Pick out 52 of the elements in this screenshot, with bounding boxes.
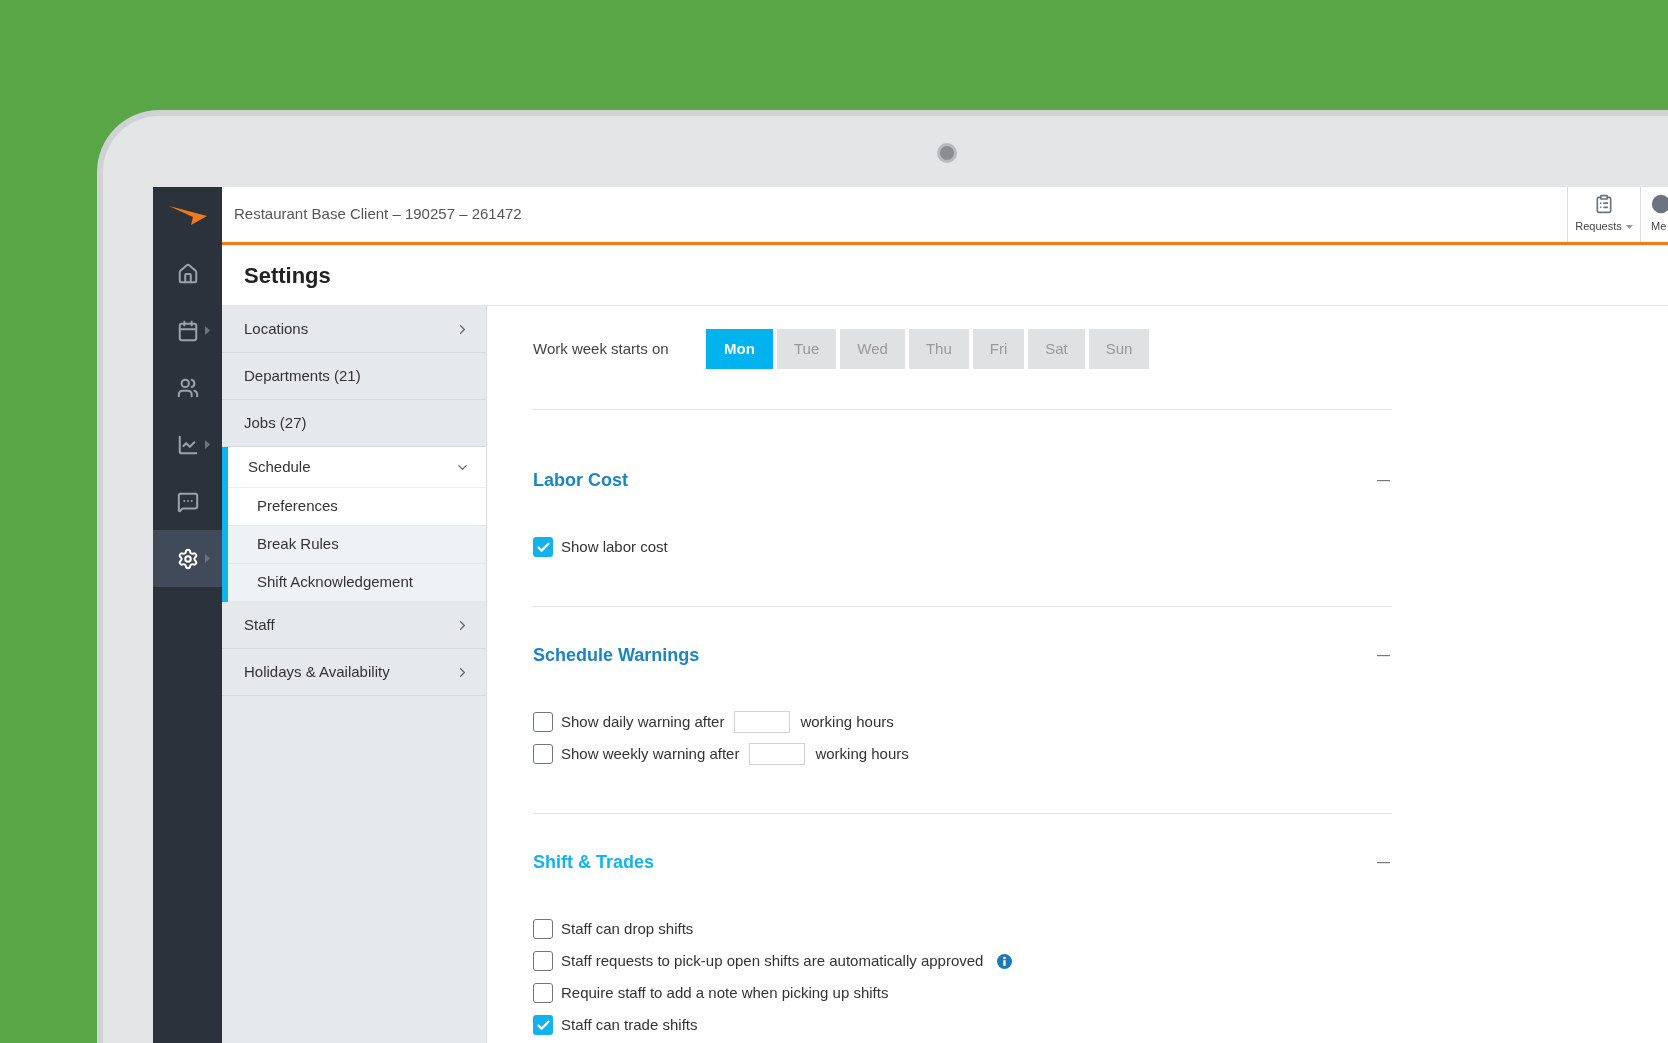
caret-down-icon — [1625, 225, 1633, 230]
checkbox[interactable] — [533, 951, 553, 971]
info-icon[interactable] — [997, 953, 1013, 969]
settings-icon — [176, 547, 199, 570]
caret-icon — [205, 326, 210, 335]
checkbox[interactable] — [533, 983, 553, 1003]
section-title: Shift & Trades — [533, 851, 655, 874]
option-label: Staff can drop shifts — [561, 918, 694, 939]
nav-label: Me — [1651, 219, 1667, 235]
menu-item[interactable]: Staff — [222, 602, 486, 649]
submenu-item[interactable]: Break Rules — [228, 526, 486, 564]
option-label: Show daily warning after — [561, 711, 725, 732]
menu-item[interactable]: Schedule — [228, 447, 486, 488]
checkbox[interactable] — [533, 919, 553, 939]
menu-item[interactable]: Departments (21) — [222, 353, 486, 400]
chart-icon — [176, 433, 199, 456]
option-label: Show labor cost — [561, 536, 668, 557]
hours-field[interactable] — [734, 711, 791, 733]
chat-icon — [176, 490, 199, 513]
section-title: Schedule Warnings — [533, 644, 700, 667]
submenu-item[interactable]: Shift Acknowledgement — [228, 564, 486, 602]
option-label: Show weekly warning after — [561, 743, 740, 764]
checkbox[interactable] — [533, 537, 553, 557]
home-icon — [176, 262, 199, 285]
clipboard-icon — [1594, 194, 1614, 215]
calendar-icon — [176, 319, 199, 342]
logo-icon[interactable] — [168, 206, 207, 226]
page-title: Settings — [244, 261, 331, 290]
section-title: Labor Cost — [533, 469, 628, 492]
menu-item[interactable]: Locations — [222, 306, 486, 353]
submenu-item[interactable]: Preferences — [228, 488, 486, 526]
rail-item[interactable] — [153, 530, 222, 587]
caret-icon — [205, 440, 210, 449]
work-week-label: Work week starts on — [533, 338, 670, 359]
people-icon — [176, 376, 199, 399]
checkbox[interactable] — [533, 712, 553, 732]
client-title: Restaurant Base Client – 190257 – 261472 — [233, 204, 523, 225]
nav-label: Requests — [1575, 218, 1633, 235]
option-label: Staff requests to pick-up open shifts are automatically approved — [561, 950, 984, 971]
avatar-icon — [1651, 194, 1668, 215]
hours-field[interactable] — [749, 743, 806, 765]
checkbox[interactable] — [533, 744, 553, 764]
header-nav-item[interactable]: Me — [1640, 187, 1668, 242]
option-suffix: working hours — [800, 711, 894, 732]
option-suffix: working hours — [815, 743, 909, 764]
option-label: Require staff to add a note when picking up shifts — [561, 982, 889, 1003]
option-label: Staff can trade shifts — [561, 1014, 698, 1035]
caret-icon — [205, 554, 210, 563]
header-nav-item[interactable]: Requests — [1567, 187, 1640, 242]
checkbox[interactable] — [533, 1015, 553, 1035]
camera-icon — [937, 143, 957, 163]
menu-item[interactable]: Holidays & Availability — [222, 649, 486, 696]
